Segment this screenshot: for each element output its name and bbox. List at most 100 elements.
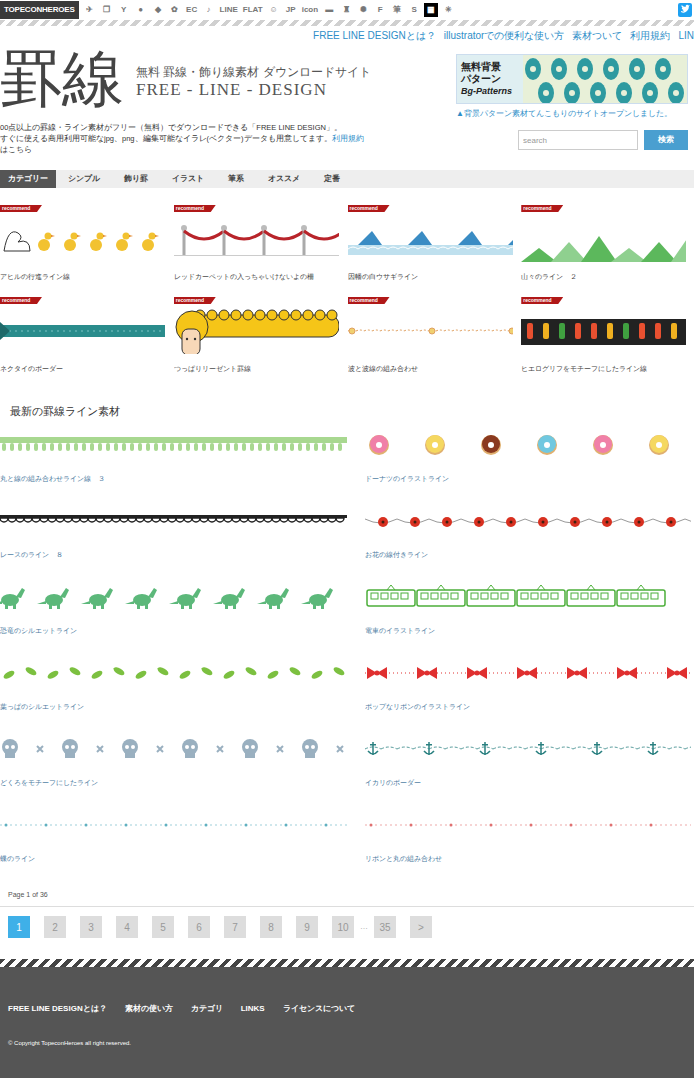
page-button[interactable]: 10 — [332, 916, 354, 938]
recommend-title[interactable]: ヒエログリフをモチーフにしたライン線 — [521, 364, 688, 374]
page-button[interactable]: > — [410, 916, 432, 938]
recommend-title[interactable]: 山々のライン ２ — [521, 272, 688, 282]
page-button[interactable]: 6 — [188, 916, 210, 938]
category-tab[interactable]: イラスト — [160, 170, 216, 188]
site-logo[interactable]: 罫線無料 罫線・飾り線素材 ダウンロードサイトFREE - LINE - DES… — [0, 44, 371, 114]
recommend-title[interactable]: 波と波線の組み合わせ — [348, 364, 515, 374]
latest-title[interactable]: レースのライン ８ — [0, 549, 347, 561]
latest-title[interactable]: お花の線付きライン — [365, 549, 694, 561]
category-tab[interactable]: カテゴリー — [0, 170, 56, 188]
latest-title[interactable]: ポップなリボンのイラストライン — [365, 701, 694, 713]
recommend-card[interactable]: recommendレッドカーペットの入っちゃいけないよの柵 — [174, 205, 341, 287]
latest-title[interactable]: ドーナツのイラストライン — [365, 473, 694, 485]
page-button[interactable]: 3 — [80, 916, 102, 938]
site-icon[interactable]: ♜ — [339, 3, 353, 17]
recommend-card[interactable]: recommendネクタイのボーダー — [0, 297, 167, 379]
latest-item[interactable]: ドーナツのイラストライン — [365, 431, 694, 507]
latest-title[interactable]: 葉っぱのシルエットライン — [0, 701, 347, 713]
banner-note[interactable]: ▲背景パターン素材てんこもりのサイトオープンしました。 — [456, 108, 688, 120]
search-input[interactable] — [518, 130, 638, 150]
latest-item[interactable]: 電車のイラストライン — [365, 583, 694, 659]
site-icon[interactable]: FLAT — [242, 3, 264, 17]
latest-title[interactable]: 恐竜のシルエットライン — [0, 625, 347, 637]
nav-link[interactable]: FREE LINE DESIGNとは？ — [313, 28, 436, 44]
site-icon[interactable]: S — [407, 3, 421, 17]
site-icon[interactable]: F — [373, 3, 387, 17]
site-icon[interactable]: ● — [134, 3, 148, 17]
site-icon[interactable]: ☺ — [267, 3, 281, 17]
bg-patterns-banner[interactable]: 無料背景パターンBg-Patterns — [456, 54, 688, 104]
recommend-card[interactable]: recommendヒエログリフをモチーフにしたライン線 — [521, 297, 688, 379]
twitter-icon[interactable] — [678, 3, 692, 17]
category-tab[interactable]: シンプル — [56, 170, 112, 188]
nav-link[interactable]: 利用規約 — [630, 28, 670, 44]
latest-item[interactable]: ポップなリボンのイラストライン — [365, 659, 694, 735]
page-button[interactable]: 7 — [224, 916, 246, 938]
latest-title[interactable]: イカリのボーダー — [365, 777, 694, 789]
latest-item[interactable]: レースのライン ８ — [0, 507, 347, 583]
latest-title[interactable]: 丸と線の組み合わせライン線 ３ — [0, 473, 347, 485]
latest-item[interactable]: お花の線付きライン — [365, 507, 694, 583]
site-icon[interactable]: EC — [185, 3, 199, 17]
site-icon[interactable]: ✺ — [356, 3, 370, 17]
category-tab[interactable]: 定番 — [312, 170, 352, 188]
site-icon[interactable]: ▦ — [424, 3, 438, 17]
latest-title[interactable]: どくろをモチーフにしたライン — [0, 777, 347, 789]
latest-item[interactable]: 丸と線の組み合わせライン線 ３ — [0, 431, 347, 507]
latest-title[interactable]: 電車のイラストライン — [365, 625, 694, 637]
site-icon[interactable]: ▬ — [322, 3, 336, 17]
recommend-card[interactable]: recommendつっぱりリーゼント罫線 — [174, 297, 341, 379]
site-icon[interactable]: ✈ — [83, 3, 97, 17]
site-icon[interactable]: ♪ — [202, 3, 216, 17]
site-icon[interactable]: JP — [284, 3, 298, 17]
nav-link[interactable]: 素材ついて — [572, 28, 622, 44]
recommend-title[interactable]: ネクタイのボーダー — [0, 364, 167, 374]
nav-link[interactable]: LIN — [678, 28, 694, 44]
site-icon[interactable]: icon — [301, 3, 319, 17]
category-tab[interactable]: 筆系 — [216, 170, 256, 188]
site-icon[interactable]: ◆ — [151, 3, 165, 17]
latest-item[interactable]: 恐竜のシルエットライン — [0, 583, 347, 659]
page-button[interactable]: 5 — [152, 916, 174, 938]
latest-item[interactable]: 葉っぱのシルエットライン — [0, 659, 347, 735]
latest-title[interactable]: 蝶のライン — [0, 853, 347, 865]
nav-link[interactable]: illustratorでの便利な使い方 — [444, 28, 565, 44]
recommend-card[interactable]: recommend波と波線の組み合わせ — [348, 297, 515, 379]
category-tab[interactable]: オススメ — [256, 170, 312, 188]
latest-title[interactable]: リボンと丸の組み合わせ — [365, 853, 694, 865]
site-icon[interactable]: Y — [117, 3, 131, 17]
site-icon[interactable]: LINE — [219, 3, 239, 17]
recommend-title[interactable]: 因幡の白ウサギライン — [348, 272, 515, 282]
site-icon[interactable]: ✿ — [168, 3, 182, 17]
site-icon[interactable]: 筆 — [390, 3, 404, 17]
site-icon[interactable]: ❐ — [100, 3, 114, 17]
page-button[interactable]: 9 — [296, 916, 318, 938]
tiny-line-icon — [0, 812, 347, 838]
footer-link[interactable]: ライセンスについて — [283, 1003, 355, 1015]
latest-item[interactable]: イカリのボーダー — [365, 735, 694, 811]
latest-item[interactable]: リボンと丸の組み合わせ — [365, 811, 694, 887]
footer-link[interactable]: カテゴリ — [191, 1003, 223, 1015]
page-button[interactable]: 1 — [8, 916, 30, 938]
topecon-logo[interactable]: TOPECONHEROES — [0, 1, 79, 19]
category-tab[interactable]: 飾り罫 — [112, 170, 160, 188]
recommend-card[interactable]: recommendアヒルの行進ライン線 — [0, 205, 167, 287]
page-button[interactable]: 4 — [116, 916, 138, 938]
latest-item[interactable]: どくろをモチーフにしたライン — [0, 735, 347, 811]
footer-link[interactable]: FREE LINE DESIGNとは？ — [8, 1003, 107, 1015]
latest-item[interactable]: 蝶のライン — [0, 811, 347, 887]
recommend-title[interactable]: レッドカーペットの入っちゃいけないよの柵 — [174, 272, 341, 282]
dino-line-icon — [0, 584, 347, 610]
page-button[interactable]: 2 — [44, 916, 66, 938]
recommend-title[interactable]: つっぱりリーゼント罫線 — [174, 364, 341, 374]
recommend-card[interactable]: recommend山々のライン ２ — [521, 205, 688, 287]
site-icon[interactable]: ✳ — [441, 3, 455, 17]
search-button[interactable]: 検索 — [644, 130, 688, 150]
recommend-title[interactable]: アヒルの行進ライン線 — [0, 272, 167, 282]
recommend-card[interactable]: recommend因幡の白ウサギライン — [348, 205, 515, 287]
terms-link[interactable]: 利用規約 — [332, 134, 364, 143]
footer-link[interactable]: 素材の使い方 — [125, 1003, 173, 1015]
footer-link[interactable]: LINKS — [241, 1003, 265, 1015]
page-button[interactable]: 35 — [374, 916, 396, 938]
page-button[interactable]: 8 — [260, 916, 282, 938]
